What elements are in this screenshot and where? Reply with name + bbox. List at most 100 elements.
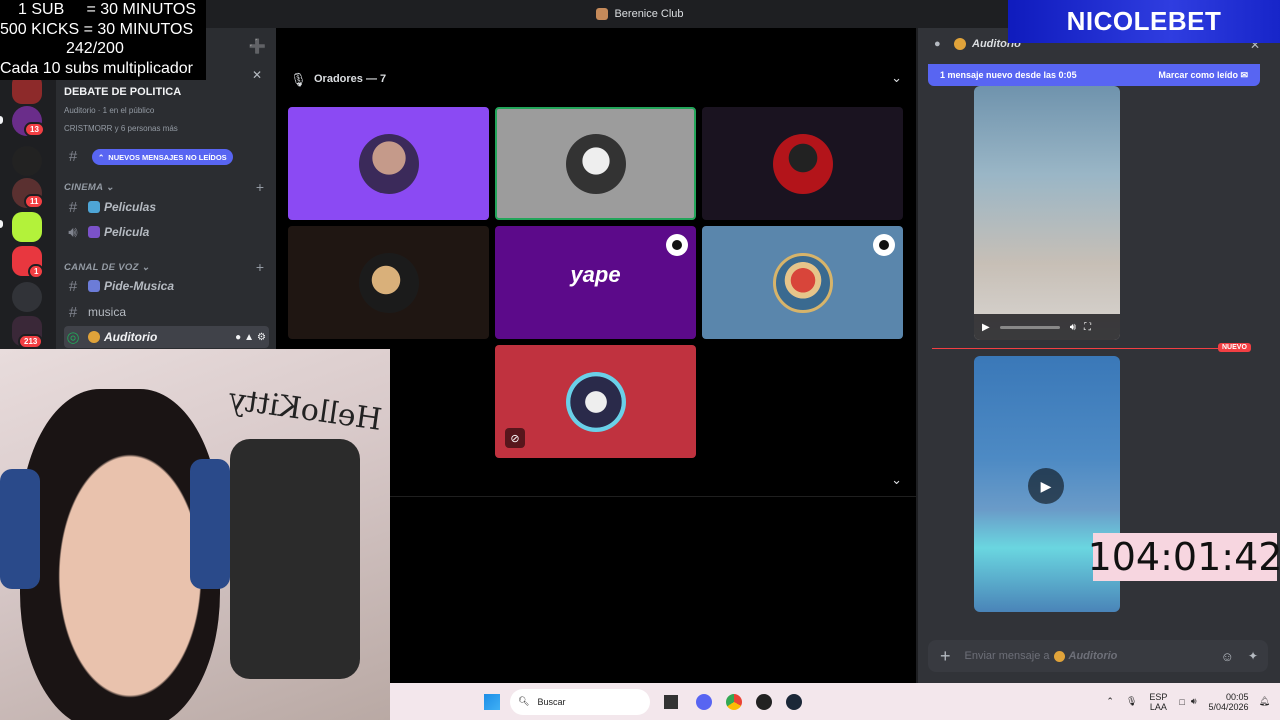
chrome-icon[interactable] bbox=[726, 693, 742, 710]
hash-icon: # bbox=[68, 147, 78, 165]
close-icon[interactable]: ✕ bbox=[252, 68, 262, 82]
start-icon[interactable] bbox=[484, 693, 500, 710]
chat-input-placeholder: Enviar mensaje a bbox=[964, 650, 1050, 662]
category-cinema[interactable]: CINEMA ⌄ bbox=[64, 182, 114, 193]
discord-taskbar-icon[interactable] bbox=[696, 693, 712, 710]
hash-icon: # bbox=[68, 303, 78, 321]
emoji-icon bbox=[88, 226, 100, 238]
chat-panel: ● Auditorio ✕ 1 mensaje nuevo desde las … bbox=[918, 28, 1280, 683]
clock-time: 00:05 bbox=[1226, 691, 1249, 702]
avatar bbox=[772, 133, 833, 194]
channel-peliculas[interactable]: # Peliculas bbox=[64, 196, 269, 218]
music-note-icon bbox=[88, 280, 100, 292]
overlay-line: 242/200 bbox=[66, 40, 124, 57]
thread-icon: ● bbox=[934, 38, 941, 50]
fullscreen-icon[interactable]: ⛶ bbox=[1084, 322, 1091, 333]
add-channel-icon[interactable]: + bbox=[256, 259, 264, 275]
category-label: CINEMA bbox=[64, 182, 103, 193]
speaker-tile[interactable] bbox=[702, 226, 903, 339]
channel-auditorio-active[interactable]: ◎ Auditorio ●▲⚙ bbox=[64, 326, 269, 348]
moderator-shield-icon bbox=[666, 234, 688, 256]
task-view-icon[interactable] bbox=[664, 694, 678, 709]
chat-input-box[interactable]: + Enviar mensaje a Auditorio ☺ ✦ bbox=[928, 640, 1268, 672]
avatar bbox=[772, 252, 833, 313]
stage-people: CRISTMORR y 6 personas más bbox=[64, 124, 178, 133]
server-icon-5[interactable] bbox=[12, 212, 42, 242]
new-messages-bar[interactable]: 1 mensaje nuevo desde las 0:05 Marcar co… bbox=[928, 64, 1260, 86]
play-icon[interactable]: ▶ bbox=[1028, 468, 1064, 504]
unread-badge: 1 bbox=[28, 264, 45, 279]
speaker-tile-speaking[interactable] bbox=[495, 107, 696, 220]
emoji-icon bbox=[88, 201, 100, 213]
microphone-icon: 🎙︎ bbox=[290, 72, 307, 87]
channel-actions-icons[interactable]: ●▲⚙ bbox=[235, 332, 269, 343]
play-icon[interactable]: ▶ bbox=[982, 322, 990, 333]
emoji-icon bbox=[1053, 650, 1065, 662]
hash-icon: # bbox=[68, 198, 78, 216]
discord-server-icon[interactable] bbox=[12, 282, 42, 312]
seek-bar[interactable] bbox=[999, 325, 1060, 329]
app-icon[interactable] bbox=[756, 693, 772, 710]
clock[interactable]: 00:05 5/04/2026 bbox=[1209, 692, 1249, 712]
new-divider-label: NUEVO bbox=[1218, 343, 1251, 352]
language-indicator[interactable]: ESP LAA bbox=[1149, 692, 1167, 712]
mark-read-button[interactable]: Marcar como leído ✉ bbox=[1158, 70, 1248, 81]
search-icon: 🔍︎ bbox=[518, 696, 530, 706]
unread-badge: 11 bbox=[24, 194, 45, 209]
server-icon bbox=[596, 8, 609, 20]
emoji-icon bbox=[88, 331, 100, 343]
chevron-down-icon[interactable]: ⌄ bbox=[891, 70, 902, 86]
notification-icon[interactable]: 🔔︎ bbox=[1259, 696, 1270, 707]
chevron-down-icon[interactable]: ⌄ bbox=[891, 472, 902, 488]
speaker-tile[interactable] bbox=[288, 226, 489, 339]
channel-label: Auditorio bbox=[104, 330, 158, 344]
video-attachment[interactable]: ▶ 🔊︎ ⛶ bbox=[974, 86, 1120, 340]
category-label: CANAL DE VOZ bbox=[64, 262, 139, 273]
unread-badge: 13 bbox=[24, 122, 45, 137]
channel-pide-musica[interactable]: # Pide-Musica bbox=[64, 275, 269, 297]
emoji-icon bbox=[954, 38, 966, 50]
speaker-tile[interactable]: yape bbox=[495, 226, 696, 339]
network-icon[interactable]: □ bbox=[1179, 697, 1184, 707]
unread-messages-pill[interactable]: ⌃ NUEVOS MENSAJES NO LEÍDOS bbox=[92, 149, 233, 165]
gaming-chair bbox=[230, 439, 360, 679]
yape-logo: yape bbox=[570, 262, 621, 287]
channel-label: Peliculas bbox=[104, 200, 157, 214]
unread-badge: 213 bbox=[18, 334, 44, 349]
channel-label: Pide-Musica bbox=[104, 279, 175, 293]
steam-icon[interactable] bbox=[786, 693, 802, 710]
emoji-picker-icon[interactable]: ☺ bbox=[1221, 649, 1234, 664]
stage-icon: ◎ bbox=[66, 329, 80, 346]
speaker-tile[interactable]: ⊘ bbox=[495, 345, 696, 458]
search-box[interactable]: 🔍︎ Buscar bbox=[510, 688, 650, 715]
speaker-tile[interactable] bbox=[702, 107, 903, 220]
volume-icon[interactable]: 🔊︎ bbox=[1191, 696, 1197, 707]
add-attachment-icon[interactable]: + bbox=[940, 646, 951, 667]
unread-pill bbox=[0, 116, 3, 124]
apps-icon[interactable]: ✦ bbox=[1248, 649, 1258, 663]
language-layout: LAA bbox=[1149, 701, 1167, 712]
avatar bbox=[565, 371, 626, 432]
chat-input-channel: Auditorio bbox=[1068, 650, 1118, 662]
server-icon-3[interactable] bbox=[12, 146, 42, 176]
webcam-overlay: HelloKitty bbox=[0, 349, 390, 720]
speaker-icon: 🔊︎ bbox=[68, 223, 78, 241]
channel-pelicula[interactable]: 🔊︎ Pelicula bbox=[64, 221, 269, 243]
overlay-line: 500 KICKS = 30 MINUTOS bbox=[0, 20, 194, 38]
video-controls: ▶ 🔊︎ ⛶ bbox=[974, 314, 1120, 340]
speakers-header: Oradores — 7 bbox=[314, 73, 387, 85]
headphones bbox=[190, 459, 230, 589]
volume-icon[interactable]: 🔊︎ bbox=[1070, 322, 1076, 333]
add-channel-icon[interactable]: + bbox=[256, 179, 264, 195]
chevron-up-icon[interactable]: ⌃ bbox=[1106, 696, 1114, 707]
microphone-icon[interactable]: 🎙︎ bbox=[1126, 696, 1137, 707]
window-title: Berenice Club bbox=[614, 8, 684, 20]
speaker-tile[interactable] bbox=[288, 107, 489, 220]
add-member-icon[interactable]: ➕ bbox=[249, 38, 266, 55]
avatar bbox=[358, 133, 419, 194]
new-messages-text: 1 mensaje nuevo desde las 0:05 bbox=[940, 70, 1077, 80]
category-canal-de-voz[interactable]: CANAL DE VOZ ⌄ bbox=[64, 262, 150, 273]
channel-musica[interactable]: # musica bbox=[64, 301, 269, 323]
brand-banner: NICOLEBET bbox=[1008, 0, 1280, 43]
avatar bbox=[358, 252, 419, 313]
